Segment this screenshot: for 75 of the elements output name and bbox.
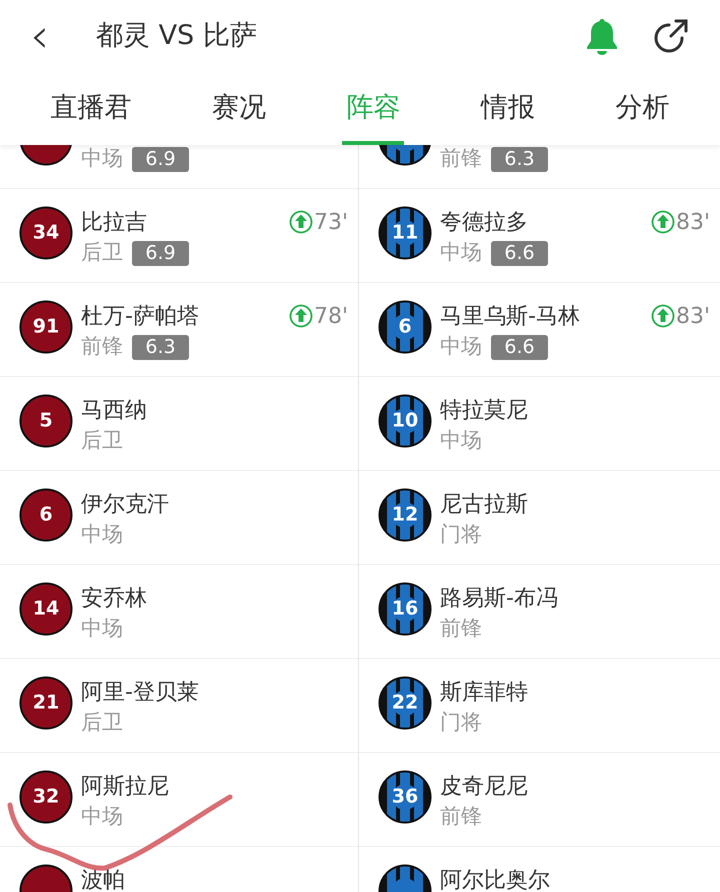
player-name: 路易斯-布冯	[440, 584, 558, 612]
match-title: 都灵 VS 比萨	[96, 18, 257, 53]
back-button[interactable]: ‹	[30, 12, 66, 60]
jersey-avatar	[19, 206, 73, 260]
player-name: 比拉吉	[81, 208, 147, 236]
player-rating: 6.3	[132, 334, 189, 360]
tab[interactable]: 直播君	[46, 72, 136, 145]
player-rating: 6.9	[132, 146, 189, 172]
substitution-in-icon	[288, 304, 313, 328]
player-position: 前锋	[81, 333, 123, 360]
player-rating: 6.9	[132, 240, 189, 266]
shirt-number: 22	[392, 694, 418, 712]
player-position: 中场	[81, 615, 123, 642]
player-name: 波帕	[81, 866, 125, 892]
player-name: 皮奇尼尼	[440, 772, 528, 800]
shirt-number: 21	[32, 694, 60, 712]
shirt-number: 34	[32, 224, 60, 242]
player-position: 前锋	[440, 615, 482, 642]
player-position: 中场	[81, 145, 123, 172]
jersey-avatar	[19, 582, 73, 636]
shirt-number: 14	[32, 600, 60, 618]
player-name: 尼古拉斯	[440, 490, 528, 518]
shirt-number: 32	[32, 788, 60, 806]
substitution-in-icon	[650, 304, 675, 328]
jersey-avatar	[19, 676, 73, 730]
player-name: 阿里-登贝莱	[81, 678, 199, 706]
bell-icon[interactable]	[584, 16, 620, 56]
player-rating: 6.6	[491, 240, 548, 266]
player-rating: 6.3	[491, 146, 548, 172]
substitution-time: 83'	[676, 302, 710, 330]
player-position: 门将	[440, 709, 482, 736]
player-position: 中场	[440, 333, 482, 360]
shirt-number: 6	[398, 318, 412, 336]
player-position: 门将	[440, 521, 482, 548]
player-name: 夸德拉多	[440, 208, 528, 236]
shirt-number: 12	[392, 506, 418, 524]
shirt-number: 16	[392, 600, 418, 618]
tab[interactable]: 情报	[477, 72, 540, 145]
shirt-number: 10	[392, 412, 418, 430]
shirt-number: 6	[39, 506, 53, 524]
player-position: 中场	[81, 803, 123, 830]
shirt-number: 5	[39, 412, 53, 430]
player-position: 前锋	[440, 803, 482, 830]
shirt-number: 36	[392, 788, 418, 806]
player-position: 后卫	[81, 709, 123, 736]
player-name: 杜万-萨帕塔	[81, 302, 199, 330]
share-icon[interactable]	[652, 17, 690, 55]
jersey-avatar	[19, 300, 73, 354]
substitution-time: 83'	[676, 208, 710, 236]
shirt-number: 11	[392, 224, 418, 242]
player-position: 后卫	[81, 427, 123, 454]
jersey-avatar	[19, 770, 73, 824]
substitution-in-icon	[288, 210, 313, 234]
player-position: 中场	[440, 239, 482, 266]
player-name: 阿斯拉尼	[81, 772, 169, 800]
player-position: 前锋	[440, 145, 482, 172]
player-name: 特拉莫尼	[440, 396, 528, 424]
tab[interactable]: 分析	[612, 72, 674, 145]
player-position: 后卫	[81, 239, 123, 266]
substitution-in-icon	[650, 210, 675, 234]
player-rating: 6.6	[491, 334, 548, 360]
player-name: 阿尔比奥尔	[440, 866, 550, 892]
jersey-avatar	[19, 394, 73, 448]
jersey-avatar	[19, 488, 73, 542]
player-name: 马西纳	[81, 396, 147, 424]
player-position: 中场	[81, 521, 123, 548]
tab[interactable]: 赛况	[208, 72, 270, 145]
substitution-time: 73'	[314, 208, 348, 236]
player-position: 中场	[440, 427, 482, 454]
player-name: 伊尔克汗	[81, 490, 169, 518]
substitution-time: 78'	[314, 302, 348, 330]
player-name: 马里乌斯-马林	[440, 302, 580, 330]
player-name: 斯库菲特	[440, 678, 528, 706]
player-name: 安乔林	[81, 584, 147, 612]
shirt-number: 91	[32, 318, 60, 336]
